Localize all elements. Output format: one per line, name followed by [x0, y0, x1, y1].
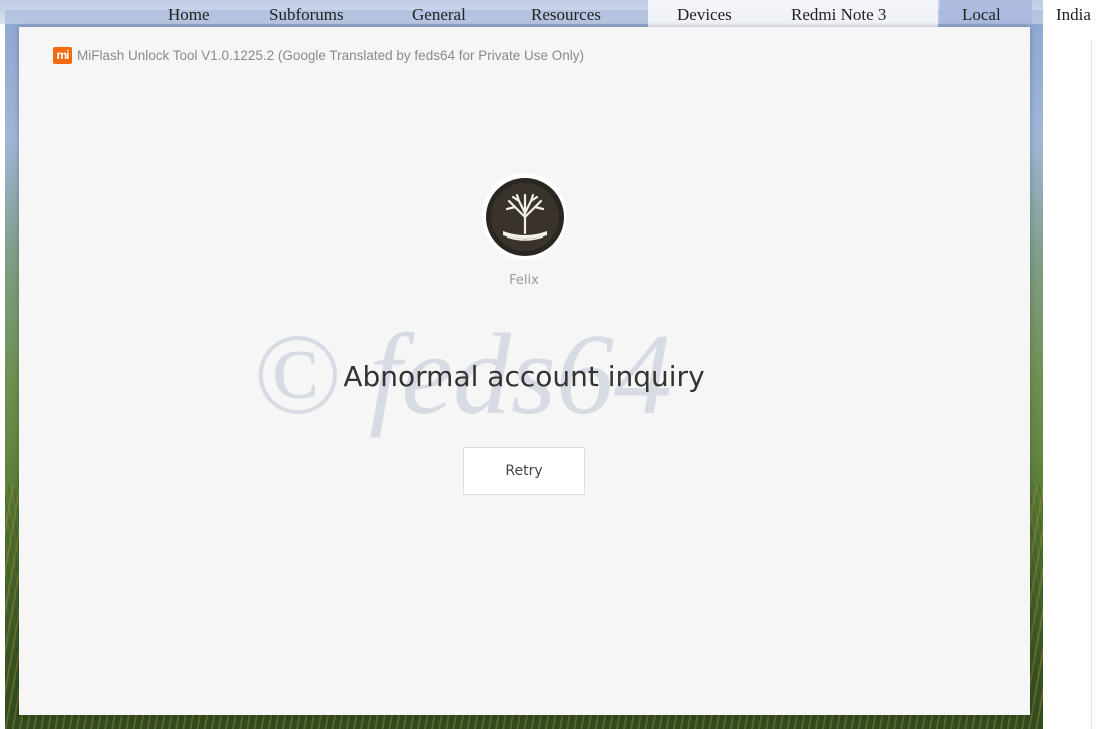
nav-item-devices[interactable]: Devices [677, 5, 732, 25]
nav-item-local[interactable]: Local [962, 5, 1001, 25]
page-scrollbar-edge [1091, 40, 1092, 729]
mi-logo-icon: mi [53, 46, 72, 64]
status-message: Abnormal account inquiry [343, 360, 705, 393]
window-titlebar: mi MiFlash Unlock Tool V1.0.1225.2 (Goog… [53, 45, 584, 65]
window-title: MiFlash Unlock Tool V1.0.1225.2 (Google … [77, 47, 585, 63]
nav-item-resources[interactable]: Resources [531, 5, 601, 25]
nav-item-redmi-note-3[interactable]: Redmi Note 3 [791, 5, 886, 25]
tree-logo-icon [485, 177, 564, 256]
mi-logo-text: mi [56, 48, 69, 62]
nav-item-general[interactable]: General [412, 5, 466, 25]
nav-item-india[interactable]: India [1056, 5, 1091, 25]
avatar [482, 173, 567, 260]
account-username: Felix [509, 273, 539, 288]
miflash-unlock-window: mi MiFlash Unlock Tool V1.0.1225.2 (Goog… [19, 27, 1030, 715]
retry-button[interactable]: Retry [463, 447, 585, 495]
nav-item-subforums[interactable]: Subforums [269, 5, 344, 25]
nav-item-home[interactable]: Home [168, 5, 210, 25]
